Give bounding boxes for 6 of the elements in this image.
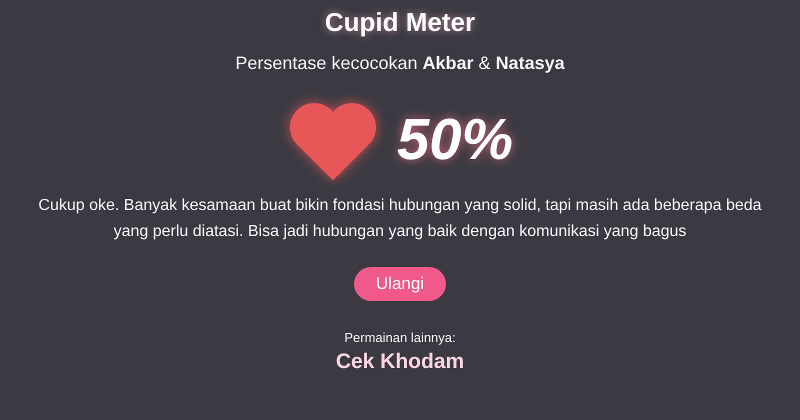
page-title: Cupid Meter — [324, 6, 476, 39]
other-games-label: Permainan lainnya: — [344, 329, 456, 347]
match-percentage: 50% — [396, 106, 514, 174]
cek-khodam-link[interactable]: Cek Khodam — [336, 349, 464, 375]
subtitle: Persentase kecocokan Akbar & Natasya — [235, 52, 565, 75]
result-description: Cukup oke. Banyak kesamaan buat bikin fondasi hubungan yang solid, tapi masih ada beberapa beda yang perlu diatasi. Bisa jadi hubungan yang baik dengan komunikasi yang bagus — [37, 196, 763, 242]
